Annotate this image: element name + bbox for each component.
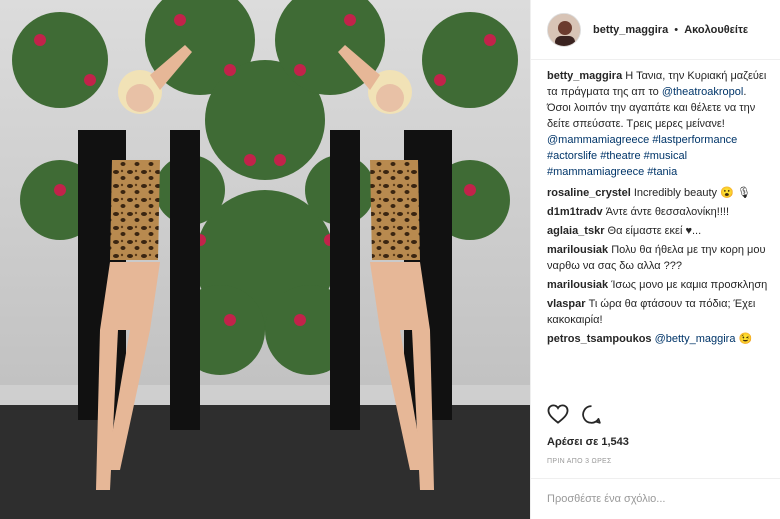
comment-text: Incredibly beauty 😮 🎙: [633, 187, 751, 199]
header-username[interactable]: betty_maggira: [593, 24, 668, 36]
post-image: [0, 0, 530, 519]
comment-bubble-icon[interactable]: [581, 404, 602, 425]
post-photo[interactable]: [0, 0, 530, 519]
hashtag-link[interactable]: #mammamiagreece: [547, 166, 644, 178]
hashtag-link[interactable]: #lastperformance: [652, 134, 737, 146]
caption: betty_maggira Η Τανια, την Κυριακή μαζεύ…: [547, 68, 773, 180]
caption-username[interactable]: betty_maggira: [547, 70, 622, 82]
action-bar: [547, 404, 602, 425]
comment-text: Άντε άντε θεσσαλονίκη!!!!: [605, 206, 730, 218]
post-side-panel: betty_maggira • Ακολουθείτε betty_maggir…: [530, 0, 780, 519]
hashtag-link[interactable]: #theatre: [600, 150, 640, 162]
caption-mention-2[interactable]: @mammamiagreece: [547, 134, 649, 146]
avatar[interactable]: [547, 12, 581, 47]
post-header: betty_maggira • Ακολουθείτε: [531, 0, 780, 60]
comment-item: marilousiak Ίσως μονο με καμια προσκληση: [547, 277, 773, 293]
follow-button[interactable]: Ακολουθείτε: [684, 24, 748, 36]
avatar-image: [548, 13, 580, 46]
comment-username[interactable]: d1m1tradv: [547, 206, 603, 218]
comment-text: Θα είμαστε εκεί ♥...: [607, 225, 702, 237]
comment-item: vlaspar Τι ώρα θα φτάσουν τα πόδια; Έχει…: [547, 296, 773, 328]
comment-text: 😉: [738, 333, 753, 345]
comment-username[interactable]: aglaia_tskr: [547, 225, 604, 237]
heart-icon[interactable]: [547, 404, 569, 425]
comment-username[interactable]: marilousiak: [547, 279, 608, 291]
comment-item: d1m1tradv Άντε άντε θεσσαλονίκη!!!!: [547, 204, 773, 220]
comment-item: aglaia_tskr Θα είμαστε εκεί ♥...: [547, 223, 773, 239]
post-timestamp[interactable]: ΠΡΙΝ ΑΠΟ 3 ΩΡΕΣ: [547, 458, 612, 465]
header-separator: •: [674, 23, 679, 36]
caption-mention-1[interactable]: @theatroakropol: [662, 86, 744, 98]
add-comment-bar: [531, 478, 780, 519]
comment-username[interactable]: vlaspar: [547, 298, 586, 310]
hashtag-link[interactable]: #actorslife: [547, 150, 597, 162]
comment-username[interactable]: rosaline_crystel: [547, 187, 631, 199]
comment-mention[interactable]: @betty_maggira: [655, 333, 736, 345]
comment-text: Ίσως μονο με καμια προσκληση: [611, 279, 768, 291]
hashtag-link[interactable]: #tania: [647, 166, 677, 178]
comment-username[interactable]: petros_tsampoukos: [547, 333, 652, 345]
comments-list: betty_maggira Η Τανια, την Κυριακή μαζεύ…: [547, 68, 773, 350]
comment-item: rosaline_crystel Incredibly beauty 😮 🎙: [547, 185, 773, 201]
comment-item: marilousiak Πολυ θα ήθελα με την κορη μο…: [547, 242, 773, 274]
add-comment-input[interactable]: [547, 493, 765, 505]
instagram-post: betty_maggira • Ακολουθείτε betty_maggir…: [0, 0, 780, 519]
comment-item: petros_tsampoukos @betty_maggira 😉: [547, 331, 773, 347]
hashtag-link[interactable]: #musical: [644, 150, 687, 162]
comment-username[interactable]: marilousiak: [547, 244, 608, 256]
header-text: betty_maggira • Ακολουθείτε: [593, 24, 748, 36]
likes-count[interactable]: Αρέσει σε 1,543: [547, 436, 629, 448]
